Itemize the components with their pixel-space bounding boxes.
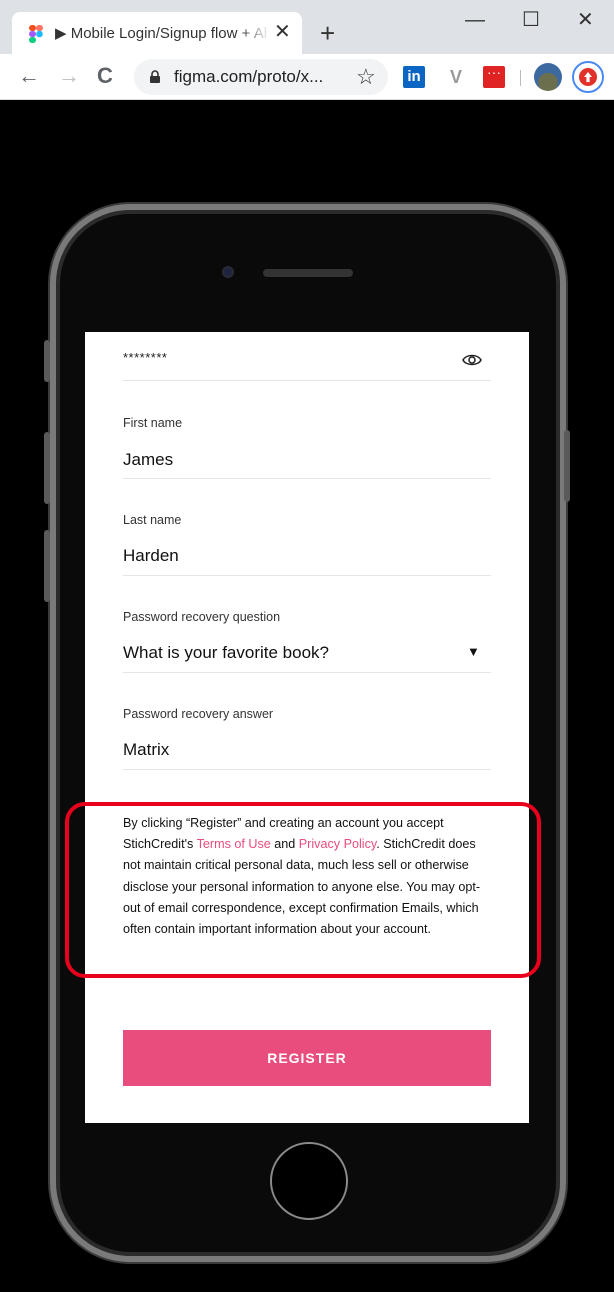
recovery-answer-label: Password recovery answer	[123, 707, 274, 721]
last-name-input[interactable]: Harden	[123, 546, 179, 566]
minimize-button[interactable]: —	[465, 8, 485, 32]
first-name-label: First name	[123, 416, 183, 430]
phone-mute-switch	[44, 340, 50, 382]
phone-speaker	[263, 269, 353, 277]
reload-icon[interactable]: C	[97, 64, 113, 88]
field-divider	[123, 575, 491, 576]
window-close-button[interactable]: ✕	[577, 8, 594, 32]
browser-titlebar: ▶ Mobile Login/Signup flow + Al ✕ + — ☐ …	[0, 0, 614, 54]
dropdown-arrow-icon[interactable]: ▼	[467, 644, 480, 659]
phone-home-button[interactable]	[270, 1142, 348, 1220]
browser-toolbar: ← → C figma.com/proto/x... ☆ in V	[0, 54, 614, 100]
field-divider	[123, 478, 491, 479]
phone-power-button	[564, 430, 570, 502]
register-button[interactable]: REGISTER	[123, 1030, 491, 1086]
password-field[interactable]: ********	[123, 350, 167, 365]
tab-title: ▶ Mobile Login/Signup flow + Al	[55, 24, 270, 42]
recovery-answer-input[interactable]: Matrix	[123, 740, 169, 760]
tab-close-icon[interactable]: ✕	[274, 21, 291, 43]
last-name-label: Last name	[123, 513, 182, 527]
highlight-box	[65, 802, 541, 978]
recovery-question-select[interactable]: What is your favorite book?	[123, 643, 329, 663]
back-icon[interactable]: ←	[18, 64, 40, 88]
browser-tab[interactable]: ▶ Mobile Login/Signup flow + Al ✕	[12, 12, 302, 54]
forward-icon[interactable]: →	[58, 64, 80, 88]
red-extension-icon[interactable]	[483, 64, 505, 88]
recovery-question-label: Password recovery question	[123, 610, 281, 624]
url-text: figma.com/proto/x...	[174, 67, 324, 86]
profile-avatar[interactable]	[534, 63, 562, 91]
field-divider	[123, 380, 491, 381]
address-bar[interactable]: figma.com/proto/x... ☆	[134, 59, 388, 95]
bookmark-star-icon[interactable]: ☆	[356, 64, 376, 90]
phone-camera	[222, 266, 234, 278]
lock-icon	[150, 70, 160, 83]
field-divider	[123, 769, 491, 770]
eye-icon[interactable]	[462, 352, 482, 368]
field-divider	[123, 672, 491, 673]
toolbar-divider	[520, 70, 521, 86]
new-tab-button[interactable]: +	[320, 20, 335, 46]
maximize-button[interactable]: ☐	[522, 8, 540, 32]
phone-volume-up	[44, 432, 50, 504]
first-name-input[interactable]: James	[123, 450, 173, 470]
phone-volume-down	[44, 530, 50, 602]
v-extension-icon[interactable]: V	[445, 66, 467, 88]
update-icon[interactable]	[572, 61, 604, 93]
phone-screen: ******** First name James Last name Hard…	[85, 332, 529, 1123]
linkedin-extension-icon[interactable]: in	[403, 66, 425, 88]
figma-icon	[29, 25, 43, 43]
